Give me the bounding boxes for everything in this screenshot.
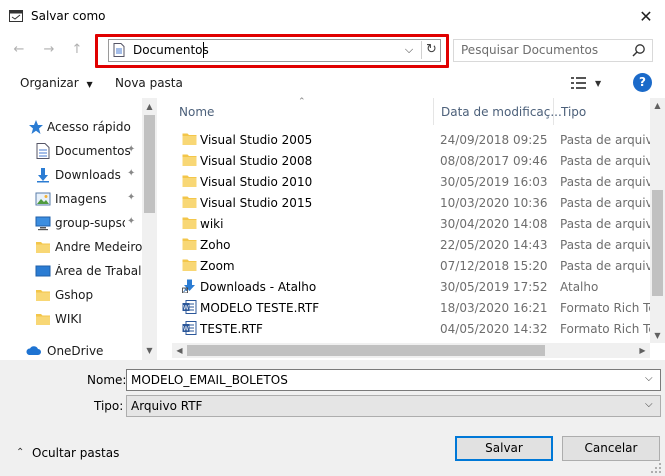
window-title: Salvar como [31,9,106,23]
list-item[interactable]: Zoho 22/05/2020 14:43 Pasta de arquivos [172,234,665,255]
pin-icon: ✦ [127,168,136,179]
new-folder-button[interactable]: Nova pasta [115,76,183,90]
star-icon [29,120,43,134]
search-placeholder: Pesquisar Documentos [461,43,599,57]
toolbar [0,68,665,98]
sidebar-item-onedrive[interactable]: OneDrive [0,340,145,360]
sidebar-item-label: Acesso rápido [47,120,131,134]
up-button[interactable]: ↑ [67,40,87,60]
sidebar-item-label: Imagens [55,192,107,206]
list-item[interactable]: Visual Studio 2008 08/08/2017 09:46 Pasta … [172,150,665,171]
sidebar-item-label: OneDrive [47,344,104,358]
chevron-up-icon[interactable]: ⌃ [16,447,24,458]
hide-folders-button[interactable]: Ocultar pastas [32,446,119,460]
folder-icon [36,242,50,253]
view-options-icon[interactable] [570,76,588,90]
list-item[interactable]: Visual Studio 2015 10/03/2020 10:36 Pasta … [172,192,665,213]
search-icon[interactable] [632,43,646,57]
sidebar-item-gshop[interactable]: Gshop [0,284,145,306]
file-name-value[interactable]: MODELO_EMAIL_BOLETOS [131,373,288,387]
folder-icon [182,217,197,229]
organize-label: Organizar [20,76,79,90]
chevron-down-icon: ▼ [86,80,93,89]
list-item[interactable]: W MODELO TESTE.RTF 18/03/2020 16:21 Format… [172,297,665,318]
word-doc-icon: W [182,300,197,314]
document-icon [36,143,50,159]
column-header-date[interactable]: Data de modificaç... [434,98,562,125]
file-type-label: Tipo: [94,399,124,413]
sidebar-item-group-supsql[interactable]: group-supsql ✦ [0,212,145,234]
scroll-left-arrow[interactable]: ◀ [172,343,187,358]
save-button[interactable]: Salvar [455,436,553,461]
file-type-value[interactable]: Arquivo RTF [131,399,202,413]
forward-button[interactable]: → [39,40,59,60]
file-name-label: Nome: [87,373,127,387]
sidebar-item-label: group-supsql [55,216,125,230]
pin-icon: ✦ [127,216,136,227]
close-button[interactable]: ✕ [634,5,658,29]
chevron-down-icon[interactable]: ⌵ [645,399,653,410]
download-icon [37,168,49,183]
list-item[interactable]: Zoom 07/12/2018 15:20 Pasta de arquivos [172,255,665,276]
scroll-down-arrow[interactable]: ▼ [142,343,157,358]
list-item[interactable]: Visual Studio 2005 24/09/2018 09:25 Pasta … [172,129,665,150]
sidebar-item-label: Andre Medeiro [55,240,143,254]
save-dialog-icon [9,10,23,22]
images-icon [35,192,51,206]
sort-ascending-icon: ⌃ [298,97,306,107]
sidebar-item-imagens[interactable]: Imagens ✦ [0,188,145,210]
sidebar-item-quick-access[interactable]: Acesso rápido [0,116,145,138]
file-type-select[interactable] [126,395,661,417]
list-item[interactable]: Downloads - Atalho 30/05/2019 17:52 Atalho [172,276,665,297]
sidebar-item-label: Área de Trabalho [55,264,143,278]
scroll-right-arrow[interactable]: ▶ [635,343,650,358]
desktop-icon [35,265,51,277]
vertical-scroll-thumb[interactable] [652,190,663,296]
pin-icon: ✦ [127,144,136,155]
list-item[interactable]: W TESTE.RTF 04/05/2020 14:32 Formato Rich … [172,318,665,339]
folder-icon [182,259,197,271]
scroll-up-arrow[interactable]: ▲ [142,99,157,114]
list-item[interactable]: Visual Studio 2010 30/05/2019 16:03 Pasta … [172,171,665,192]
horizontal-scroll-thumb[interactable] [187,345,545,356]
folder-icon [36,290,50,301]
sidebar-item-downloads[interactable]: Downloads ✦ [0,164,145,186]
list-item[interactable]: wiki 30/04/2020 14:08 Pasta de arquivos [172,213,665,234]
folder-icon [182,154,197,166]
column-header-type[interactable]: Tipo [554,98,665,125]
help-icon[interactable]: ? [633,73,652,92]
folder-icon [182,238,197,250]
chevron-down-icon[interactable]: ⌵ [645,373,653,384]
cancel-button[interactable]: Cancelar [562,436,660,461]
word-doc-icon: W [182,321,197,335]
folder-icon [182,133,197,145]
shortcut-icon [182,279,195,293]
sidebar-scroll-thumb[interactable] [144,115,155,213]
scroll-down-arrow[interactable]: ▼ [650,328,665,343]
organize-button[interactable]: Organizar ▼ [20,76,93,90]
address-highlight-box [95,34,449,68]
pin-icon: ✦ [127,192,136,203]
sidebar-item-label: Gshop [55,288,94,302]
navigation-pane: Acesso rápido Documentos ✦ Downloads ✦ I… [0,98,158,360]
sidebar-item-andre-medeiro[interactable]: Andre Medeiro [0,236,145,258]
sidebar-item-label: Downloads [55,168,121,182]
folder-icon [182,175,197,187]
scroll-up-arrow[interactable]: ▲ [650,98,665,113]
sidebar-item-wiki[interactable]: WIKI [0,308,145,330]
sidebar-item-label: WIKI [55,312,82,326]
chevron-down-icon[interactable]: ▼ [595,79,601,88]
svg-text:W: W [183,326,189,333]
sidebar-item-desktop[interactable]: Área de Trabalho [0,260,145,282]
resize-grip-icon[interactable] [650,462,662,474]
computer-icon [35,216,51,231]
folder-icon [182,196,197,208]
cloud-icon [26,346,41,355]
file-list: Nome Data de modificaç... Tipo Visual St… [172,98,665,360]
back-button[interactable]: ← [9,40,29,60]
sidebar-item-label: Documentos [55,144,131,158]
folder-icon [36,314,50,325]
sidebar-item-documentos[interactable]: Documentos ✦ [0,140,145,162]
svg-text:W: W [183,305,189,312]
